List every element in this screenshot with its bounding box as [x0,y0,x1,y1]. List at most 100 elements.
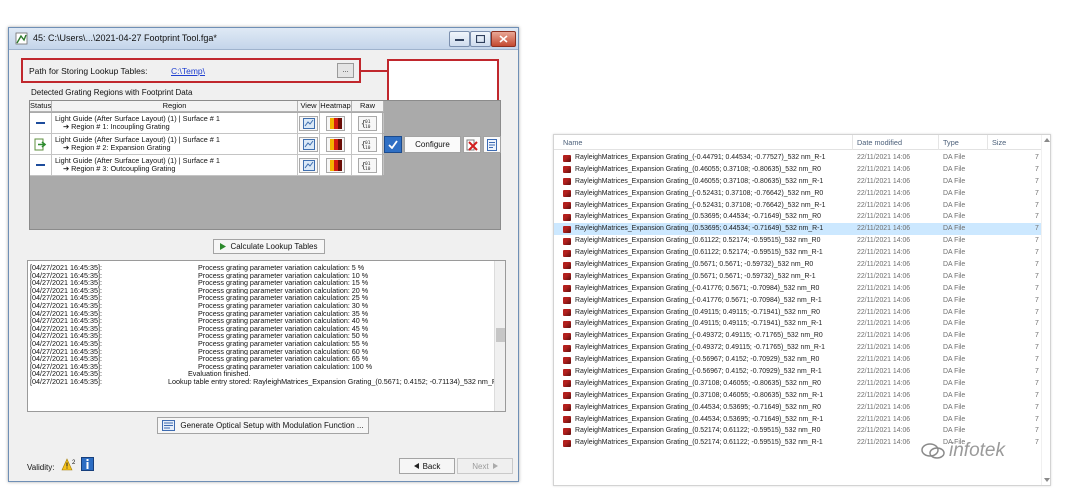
raw-data-button[interactable]: {01 10 [358,157,377,173]
file-row[interactable]: RayleighMatrices_Expansion Grating_(0.53… [554,211,1050,223]
file-row[interactable]: RayleighMatrices_Expansion Grating_(-0.4… [554,330,1050,342]
column-date-modified[interactable]: Date modified [857,138,902,147]
file-row[interactable]: RayleighMatrices_Expansion Grating_(0.37… [554,390,1050,402]
file-row[interactable]: RayleighMatrices_Expansion Grating_(0.44… [554,414,1050,426]
log-line: [04/27/2021 16:45:35]: Process grating pa… [30,340,495,348]
generate-optical-setup-button[interactable]: Generate Optical Setup with Modulation F… [157,417,369,434]
log-timestamp: [04/27/2021 16:45:35]: [30,294,102,302]
file-row[interactable]: RayleighMatrices_Expansion Grating_(-0.4… [554,283,1050,295]
file-type: DA File [943,356,966,364]
file-row[interactable]: RayleighMatrices_Expansion Grating_(0.61… [554,247,1050,259]
raw-data-button[interactable]: {01 10 [358,115,377,131]
da-file-icon [563,178,571,186]
file-row[interactable]: RayleighMatrices_Expansion Grating_(-0.5… [554,354,1050,366]
file-row[interactable]: RayleighMatrices_Expansion Grating_(-0.4… [554,295,1050,307]
checkmark-icon [388,140,398,149]
column-divider [852,135,853,150]
grating-regions-label: Detected Grating Regions with Footprint … [31,88,193,97]
scroll-down-icon[interactable] [1044,478,1050,482]
log-line: [04/27/2021 16:45:35]: Process grating pa… [30,287,495,295]
header-view: View [298,101,320,112]
log-line: [04/27/2021 16:45:35]: Process grating pa… [30,272,495,280]
use-configuration-checkbox[interactable] [384,136,402,153]
log-message: Process grating parameter variation calc… [198,294,369,302]
raw-data-button[interactable]: {01 10 [358,136,377,152]
file-row[interactable]: RayleighMatrices_Expansion Grating_(0.37… [554,378,1050,390]
warning-icon[interactable]: 2 [61,458,78,472]
heatmap-icon [329,138,342,150]
da-file-icon [563,225,571,233]
minimize-button[interactable] [449,31,470,47]
path-link[interactable]: C:\Temp\ [171,66,205,76]
log-line: [04/27/2021 16:45:35]: Process grating pa… [30,325,495,333]
column-type[interactable]: Type [943,138,959,147]
file-row[interactable]: RayleighMatrices_Expansion Grating_(0.53… [554,223,1050,236]
view-button[interactable] [299,136,318,152]
file-name: RayleighMatrices_Expansion Grating_(-0.5… [575,201,826,209]
lookup-path-box: Path for Storing Lookup Tables: C:\Temp\… [21,58,361,83]
file-row[interactable]: RayleighMatrices_Expansion Grating_(0.49… [554,307,1050,319]
log-message: Process grating parameter variation calc… [198,301,369,310]
heatmap-icon [329,117,342,129]
region-line-2: ➔ Region # 1: Incoupling Grating [63,122,170,131]
file-type: DA File [943,296,966,304]
log-output[interactable]: [04/27/2021 16:45:35]: Process grating pa… [27,260,506,412]
heatmap-icon [329,159,342,171]
region-line-2: ➔ Region # 3: Outcoupling Grating [63,164,176,173]
delete-button[interactable] [463,136,481,153]
status-cell [30,134,52,154]
file-row[interactable]: RayleighMatrices_Expansion Grating_(-0.5… [554,366,1050,378]
da-file-icon [563,249,571,257]
next-button[interactable]: Next [457,458,513,474]
table-row[interactable]: Light Guide (After Surface Layout) (1) |… [30,113,384,134]
file-row[interactable]: RayleighMatrices_Expansion Grating_(0.56… [554,259,1050,271]
file-date: 22/11/2021 14:06 [857,332,911,340]
browse-button[interactable]: ... [337,63,354,78]
scroll-up-icon[interactable] [1044,138,1050,142]
warning-count: 2 [72,460,76,466]
file-row[interactable]: RayleighMatrices_Expansion Grating_(-0.5… [554,188,1050,200]
file-row[interactable]: RayleighMatrices_Expansion Grating_(0.44… [554,402,1050,414]
log-timestamp: [04/27/2021 16:45:35]: [30,377,102,386]
file-row[interactable]: RayleighMatrices_Expansion Grating_(-0.4… [554,342,1050,354]
report-button[interactable] [483,136,501,153]
file-date: 22/11/2021 14:06 [857,237,911,245]
file-row[interactable]: RayleighMatrices_Expansion Grating_(-0.4… [554,152,1050,164]
log-scrollbar[interactable] [494,261,505,411]
file-row[interactable]: RayleighMatrices_Expansion Grating_(0.56… [554,271,1050,283]
back-button[interactable]: Back [399,458,455,474]
da-file-icon [563,392,571,400]
file-row[interactable]: RayleighMatrices_Expansion Grating_(0.52… [554,425,1050,437]
da-file-icon [563,332,571,340]
file-row[interactable]: RayleighMatrices_Expansion Grating_(0.46… [554,176,1050,188]
log-timestamp: [04/27/2021 16:45:35]: [30,279,102,287]
info-button[interactable] [81,457,94,471]
table-row[interactable]: Light Guide (After Surface Layout) (1) |… [30,155,384,176]
maximize-button[interactable] [470,31,491,47]
log-timestamp: [04/27/2021 16:45:35]: [30,271,102,280]
file-date: 22/11/2021 14:06 [857,154,911,161]
configure-strip: Configure [383,134,502,155]
log-scroll-thumb[interactable] [496,328,505,342]
column-name[interactable]: Name [563,138,582,147]
heatmap-button[interactable] [326,157,345,173]
file-row[interactable]: RayleighMatrices_Expansion Grating_(-0.5… [554,200,1050,212]
configure-button[interactable]: Configure [404,136,461,153]
view-icon [302,117,315,129]
table-row[interactable]: Light Guide (After Surface Layout) (1) |… [30,134,384,155]
file-row[interactable]: RayleighMatrices_Expansion Grating_(0.46… [554,164,1050,176]
da-file-icon [563,297,571,305]
view-cell [298,155,320,175]
file-list-scrollbar[interactable] [1041,135,1050,485]
calculate-lookup-tables-button[interactable]: Calculate Lookup Tables [213,239,325,254]
heatmap-button[interactable] [326,136,345,152]
file-row[interactable]: RayleighMatrices_Expansion Grating_(0.61… [554,235,1050,247]
log-message: Process grating parameter variation calc… [198,286,369,295]
view-button[interactable] [299,157,318,173]
heatmap-button[interactable] [326,115,345,131]
view-button[interactable] [299,115,318,131]
file-row[interactable]: RayleighMatrices_Expansion Grating_(0.49… [554,318,1050,330]
column-size[interactable]: Size [992,138,1006,147]
close-button[interactable] [491,31,516,47]
file-type: DA File [943,213,966,221]
